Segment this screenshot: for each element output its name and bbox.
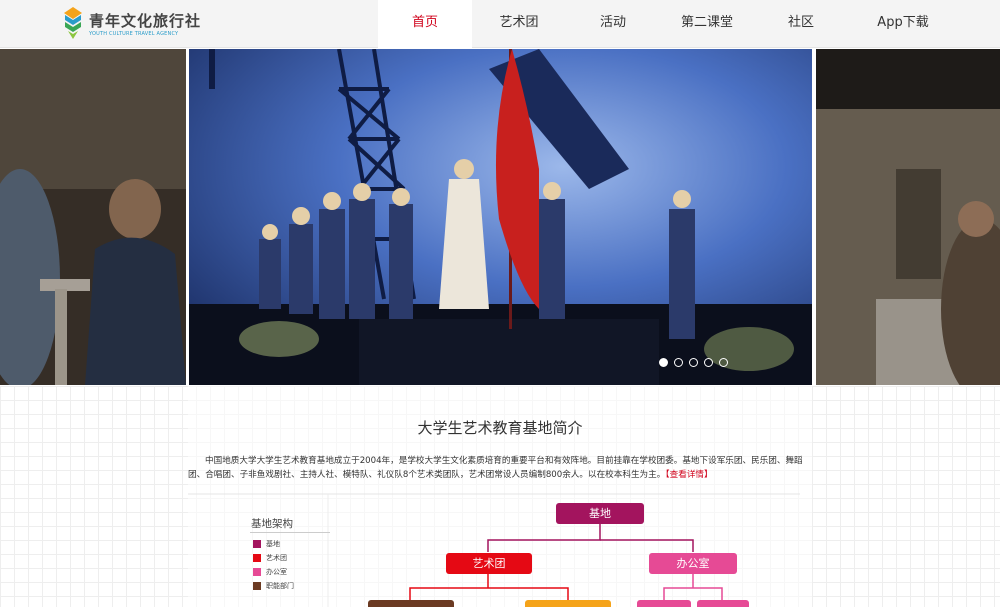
legend-divider [250,532,330,533]
legend-label: 办公室 [266,567,287,576]
next-slide-preview[interactable] [816,49,1000,385]
brand-title: 青年文化旅行社 [89,12,202,30]
org-node-art-troupe[interactable]: 艺术团 [446,553,532,574]
prev-slide-shade [0,49,186,385]
logo-icon [64,7,82,39]
main-nav: 首页 艺术团 活动 第二课堂 社区 App下载 [378,0,958,48]
intro-section: 大学生艺术教育基地简介 中国地质大学大学生艺术教育基地成立于2004年，是学校大… [0,386,1000,607]
carousel-dot-5[interactable] [719,358,728,367]
legend-label: 艺术团 [266,553,287,562]
org-node-root[interactable]: 基地 [556,503,644,524]
active-slide[interactable] [189,49,812,385]
legend-swatch [253,567,261,576]
prev-slide-preview[interactable] [0,49,186,385]
nav-home[interactable]: 首页 [378,0,472,48]
banner-carousel [0,49,1000,385]
legend-item: 办公室 [250,565,294,578]
legend-item: 职能部门 [250,579,294,592]
legend-swatch [253,581,261,590]
intro-panel: 大学生艺术教育基地简介 中国地质大学大学生艺术教育基地成立于2004年，是学校大… [188,386,812,607]
org-node-dept-4 [697,600,749,607]
brand-logo[interactable]: 青年文化旅行社 YOUTH CULTURE TRAVEL AGENCY [62,6,200,42]
brand-subtitle: YOUTH CULTURE TRAVEL AGENCY [89,31,179,37]
carousel-dot-4[interactable] [704,358,713,367]
nav-activities[interactable]: 活动 [566,0,660,48]
legend-item: 艺术团 [250,551,294,564]
org-connectors-office [663,574,723,600]
stage-performance-image [189,49,812,385]
org-node-dept-2 [525,600,611,607]
nav-art-troupe[interactable]: 艺术团 [472,0,566,48]
nav-second-classroom[interactable]: 第二课堂 [660,0,754,48]
org-connectors [487,524,694,552]
legend-label: 基地 [266,539,280,548]
legend-swatch [253,553,261,562]
carousel-indicators [659,358,728,367]
nav-app-download[interactable]: App下载 [848,0,958,48]
org-node-dept-3 [637,600,691,607]
carousel-dot-1[interactable] [659,358,668,367]
legend-swatch [253,539,261,548]
org-connectors-sub [409,574,569,600]
legend-label: 职能部门 [266,581,294,590]
carousel-dot-3[interactable] [689,358,698,367]
next-slide-shade [816,49,1000,385]
top-header: 青年文化旅行社 YOUTH CULTURE TRAVEL AGENCY 首页 艺… [0,0,1000,48]
org-node-office[interactable]: 办公室 [649,553,737,574]
nav-community[interactable]: 社区 [754,0,848,48]
org-node-dept-1 [368,600,454,607]
carousel-dot-2[interactable] [674,358,683,367]
legend-title: 基地架构 [251,518,293,530]
org-legend: 基地架构 基地 艺术团 办公室 职能部门 [250,516,330,592]
legend-item: 基地 [250,537,294,550]
